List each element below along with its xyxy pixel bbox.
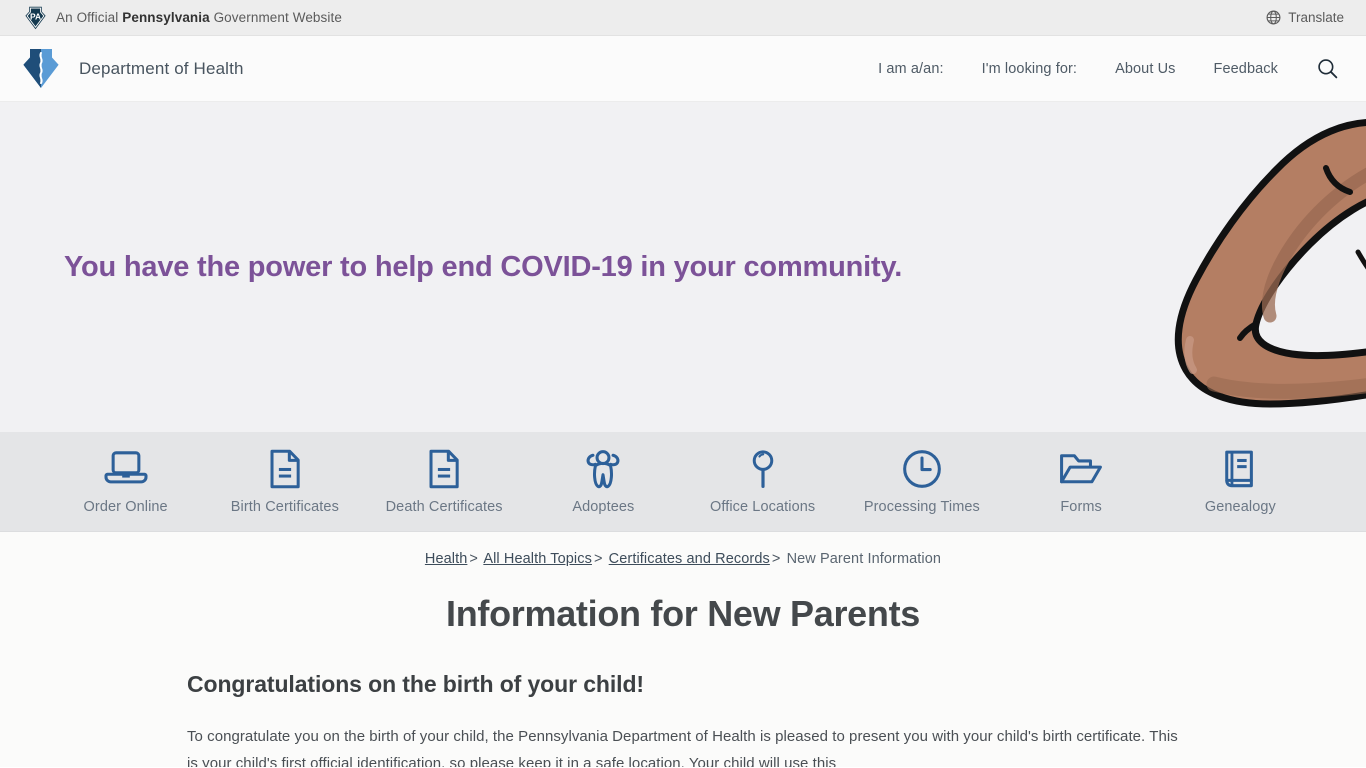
document-icon xyxy=(422,448,466,490)
document-icon xyxy=(263,448,307,490)
quicklink-adoptees[interactable]: Adoptees xyxy=(524,448,683,515)
quicklink-label: Forms xyxy=(1060,499,1102,515)
breadcrumb-separator: > xyxy=(593,551,603,567)
clock-icon xyxy=(900,448,944,490)
map-pin-icon xyxy=(741,448,785,490)
child-icon xyxy=(581,448,625,490)
nav-item-i-am-a-an[interactable]: I am a/an: xyxy=(859,61,962,77)
quicklink-death-certificates[interactable]: Death Certificates xyxy=(365,448,524,515)
quicklink-label: Adoptees xyxy=(572,499,635,515)
page-title: Information for New Parents xyxy=(446,593,920,634)
hero-headline: You have the power to help end COVID-19 … xyxy=(64,250,903,283)
quicklink-forms[interactable]: Forms xyxy=(1002,448,1161,515)
intro-paragraph: To congratulate you on the birth of your… xyxy=(187,728,1178,767)
breadcrumb-item-health[interactable]: Health xyxy=(425,551,468,567)
book-icon xyxy=(1218,448,1262,490)
nav-item-im-looking-for[interactable]: I'm looking for: xyxy=(963,61,1096,77)
open-folder-icon xyxy=(1059,448,1103,490)
globe-icon xyxy=(1266,10,1281,25)
quicklink-label: Death Certificates xyxy=(385,499,503,515)
breadcrumb-item-current: New Parent Information xyxy=(786,551,942,567)
main-navigation: I am a/an: I'm looking for: About Us Fee… xyxy=(859,58,1344,79)
site-header: Department of Health I am a/an: I'm look… xyxy=(0,36,1366,102)
department-of-health-logo xyxy=(22,48,60,89)
article-body: Congratulations on the birth of your chi… xyxy=(183,671,1183,767)
quicklink-label: Office Locations xyxy=(709,499,816,515)
official-government-banner: PA An Official Pennsylvania Government W… xyxy=(0,0,1366,36)
quicklink-label: Order Online xyxy=(83,499,168,515)
gov-banner-text: An Official Pennsylvania Government Webs… xyxy=(56,10,342,25)
main-content: Health > All Health Topics > Certificates … xyxy=(0,532,1366,767)
quicklink-label: Birth Certificates xyxy=(230,499,339,515)
brand-title: Department of Health xyxy=(79,58,244,78)
laptop-icon xyxy=(104,448,148,490)
quicklink-office-locations[interactable]: Office Locations xyxy=(683,448,842,515)
hero-banner: You have the power to help end COVID-19 … xyxy=(0,102,1366,432)
flexed-arm-illustration xyxy=(1094,102,1366,432)
svg-text:PA: PA xyxy=(30,11,41,21)
search-button[interactable] xyxy=(1297,58,1344,79)
breadcrumb-separator: > xyxy=(771,551,781,567)
quicklink-label: Genealogy xyxy=(1204,499,1276,515)
search-icon xyxy=(1317,58,1338,79)
quick-links-bar: Order Online Birth Certificates Death Ce… xyxy=(0,432,1366,532)
gov-banner-text-bold: Pennsylvania xyxy=(122,10,210,25)
breadcrumb-separator: > xyxy=(469,551,478,567)
quicklink-order-online[interactable]: Order Online xyxy=(46,448,205,515)
brand-home-link[interactable]: Department of Health xyxy=(22,48,244,89)
pa-keystone-logo: PA xyxy=(24,6,47,30)
translate-label: Translate xyxy=(1288,10,1344,25)
breadcrumb-item-certificates-and-records[interactable]: Certificates and Records xyxy=(609,551,770,567)
gov-banner-text-after: Government Website xyxy=(209,10,342,25)
nav-item-about-us[interactable]: About Us xyxy=(1096,61,1194,77)
quicklink-processing-times[interactable]: Processing Times xyxy=(842,448,1001,515)
section-heading: Congratulations on the birth of your chi… xyxy=(187,671,644,697)
quicklink-birth-certificates[interactable]: Birth Certificates xyxy=(205,448,364,515)
breadcrumb: Health > All Health Topics > Certificates … xyxy=(0,532,1366,567)
quicklink-label: Processing Times xyxy=(863,499,980,515)
gov-banner-left: PA An Official Pennsylvania Government W… xyxy=(24,6,1266,30)
gov-banner-text-before: An Official xyxy=(56,10,123,25)
nav-item-feedback[interactable]: Feedback xyxy=(1195,61,1297,77)
quicklink-genealogy[interactable]: Genealogy xyxy=(1161,448,1320,515)
translate-button[interactable]: Translate xyxy=(1266,10,1344,25)
breadcrumb-item-all-health-topics[interactable]: All Health Topics xyxy=(483,551,592,567)
